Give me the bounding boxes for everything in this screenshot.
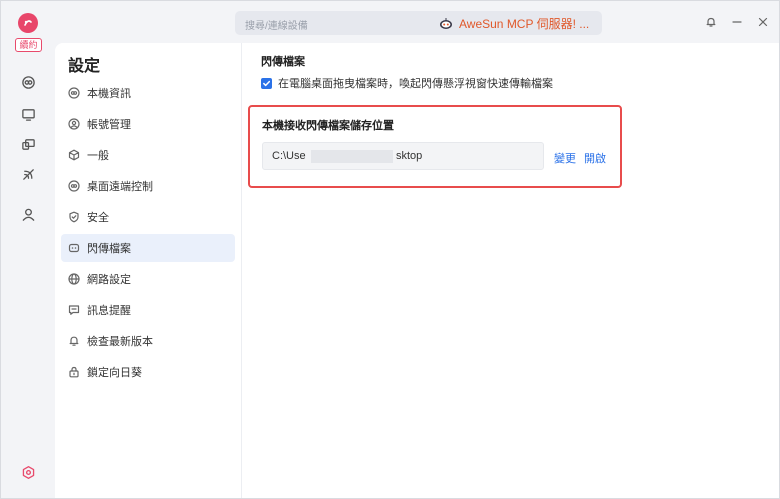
- save-location-title: 本機接收閃傳檔案儲存位置: [262, 120, 394, 132]
- remote-devices-icon[interactable]: [19, 73, 37, 91]
- monitor-icon[interactable]: [19, 105, 37, 123]
- nav-item-file-transfer[interactable]: 閃傳檔案: [61, 234, 235, 262]
- nav-item-general[interactable]: 一般: [61, 141, 235, 169]
- settings-nav: 設定 本機資訊 帳號管理 一般 桌面遠端控制 安全 閃傳檔案 網路設定 訊息提醒…: [55, 43, 242, 498]
- file-transfer-icon: [68, 242, 80, 254]
- message-icon: [68, 304, 80, 316]
- left-rail: 續約: [1, 1, 55, 498]
- search-input[interactable]: 搜尋/連線設備 AweSun MCP 伺服器! ...: [235, 11, 602, 35]
- nav-item-device-info[interactable]: 本機資訊: [61, 79, 235, 107]
- top-bar: 搜尋/連線設備 AweSun MCP 伺服器! ...: [55, 1, 779, 43]
- app-logo-icon[interactable]: [18, 13, 38, 33]
- section-title: 閃傳檔案: [261, 56, 305, 68]
- promo-banner[interactable]: AweSun MCP 伺服器! ...: [439, 15, 589, 32]
- save-location-field[interactable]: C:\Use sktop: [262, 142, 544, 170]
- notification-bell-icon[interactable]: [703, 14, 719, 30]
- app-window: 續約 搜尋/連線設備 AweSun MCP 伺服器! ... 設定 本機資訊 帳…: [0, 0, 780, 499]
- bell-icon: [68, 335, 80, 347]
- promo-text: AweSun MCP 伺服器! ...: [459, 17, 590, 31]
- shield-icon: [68, 211, 80, 223]
- minimize-button[interactable]: [729, 14, 745, 30]
- path-prefix: C:\Use: [272, 150, 306, 162]
- drag-popup-option[interactable]: 在電腦桌面拖曳檔案時，喚起閃傳懸浮視窗快速傳輸檔案: [261, 75, 553, 91]
- change-location-button[interactable]: 變更: [554, 150, 576, 166]
- save-location-highlight: 本機接收閃傳檔案儲存位置 C:\Use sktop 變更 開啟: [248, 105, 622, 188]
- user-icon[interactable]: [19, 205, 37, 223]
- renew-badge[interactable]: 續約: [15, 38, 42, 52]
- remote-control-icon: [68, 180, 80, 192]
- file-transfer-settings: 閃傳檔案 在電腦桌面拖曳檔案時，喚起閃傳懸浮視窗快速傳輸檔案 本機接收閃傳檔案儲…: [242, 43, 779, 498]
- close-button[interactable]: [755, 14, 771, 30]
- nav-item-security[interactable]: 安全: [61, 203, 235, 231]
- nav-item-network[interactable]: 網路設定: [61, 265, 235, 293]
- cube-icon: [68, 149, 80, 161]
- settings-panel: 設定 本機資訊 帳號管理 一般 桌面遠端控制 安全 閃傳檔案 網路設定 訊息提醒…: [55, 43, 779, 498]
- redacted-path-segment: [311, 150, 393, 163]
- devices-icon[interactable]: [19, 135, 37, 153]
- nav-item-notifications[interactable]: 訊息提醒: [61, 296, 235, 324]
- signal-icon[interactable]: [19, 165, 37, 183]
- lock-icon: [68, 366, 80, 378]
- nav-item-remote-control[interactable]: 桌面遠端控制: [61, 172, 235, 200]
- drag-popup-label: 在電腦桌面拖曳檔案時，喚起閃傳懸浮視窗快速傳輸檔案: [278, 78, 553, 90]
- globe-icon: [68, 273, 80, 285]
- settings-gear-icon[interactable]: [19, 463, 37, 481]
- search-placeholder: 搜尋/連線設備: [245, 21, 308, 32]
- nav-item-check-update[interactable]: 檢查最新版本: [61, 327, 235, 355]
- account-icon: [68, 118, 80, 130]
- info-icon: [68, 87, 80, 99]
- open-location-button[interactable]: 開啟: [584, 150, 606, 166]
- drag-popup-checkbox[interactable]: [261, 77, 272, 89]
- path-suffix: sktop: [396, 150, 423, 162]
- mcp-robot-icon: [440, 17, 452, 29]
- nav-item-account[interactable]: 帳號管理: [61, 110, 235, 138]
- nav-item-lock[interactable]: 鎖定向日葵: [61, 358, 235, 386]
- settings-title: 設定: [68, 58, 101, 75]
